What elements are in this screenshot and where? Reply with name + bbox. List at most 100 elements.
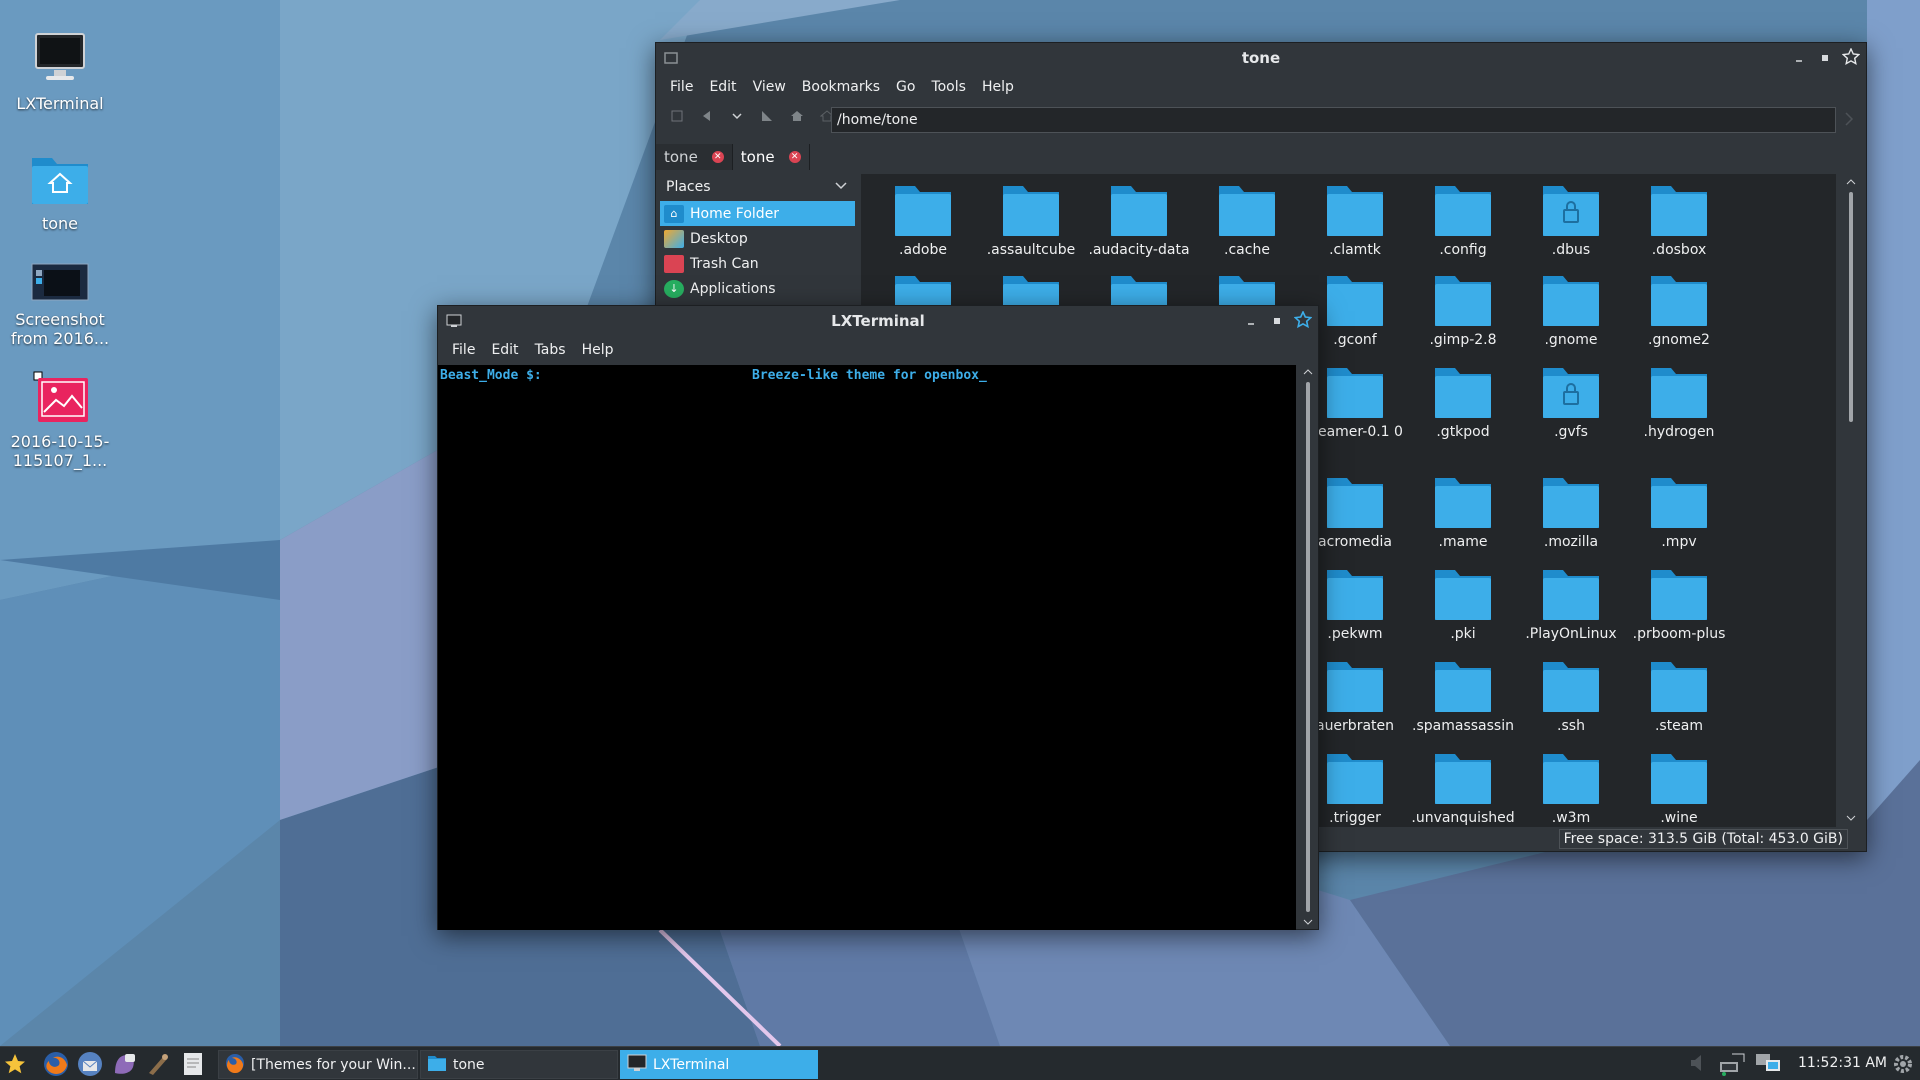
folder-item[interactable]: .gtkpod bbox=[1411, 366, 1515, 441]
folder-item[interactable]: .adobe bbox=[871, 184, 975, 259]
trash-icon bbox=[664, 254, 684, 273]
maximize-button[interactable] bbox=[1268, 311, 1286, 331]
folder-label: .gnome2 bbox=[1648, 332, 1710, 348]
folder-label: .dbus bbox=[1551, 242, 1591, 258]
menu-help[interactable]: Help bbox=[574, 338, 622, 362]
tab-tone-1[interactable]: tone ✕ bbox=[656, 144, 733, 170]
menu-file[interactable]: File bbox=[444, 338, 483, 362]
minimize-button[interactable] bbox=[1790, 48, 1808, 68]
folder-item[interactable]: .hydrogen bbox=[1627, 366, 1731, 441]
terminal-window-icon[interactable] bbox=[446, 314, 462, 332]
text-editor-icon[interactable] bbox=[180, 1051, 206, 1077]
task-firefox[interactable]: [Themes for your Win... bbox=[218, 1050, 418, 1079]
menu-view[interactable]: View bbox=[745, 75, 794, 99]
folder-icon bbox=[1433, 184, 1493, 238]
task-label: [Themes for your Win... bbox=[251, 1056, 416, 1073]
folder-item[interactable]: .gimp-2.8 bbox=[1411, 274, 1515, 349]
gear-icon[interactable] bbox=[1890, 1051, 1916, 1077]
folder-item[interactable]: .wine bbox=[1627, 752, 1731, 827]
folder-item[interactable]: .assaultcube bbox=[979, 184, 1083, 259]
volume-icon[interactable] bbox=[1688, 1052, 1710, 1074]
terminal-output[interactable]: Beast_Mode $: Breeze-like theme for openb… bbox=[438, 365, 1296, 930]
menu-tools[interactable]: Tools bbox=[923, 75, 974, 99]
folder-item[interactable]: .clamtk bbox=[1303, 184, 1407, 259]
new-tab-button[interactable] bbox=[666, 107, 688, 129]
folder-item[interactable]: .gvfs bbox=[1519, 366, 1623, 441]
desktop-icon-home[interactable]: tone bbox=[0, 150, 120, 233]
place-applications[interactable]: ↓ Applications bbox=[660, 276, 855, 301]
thunderbird-icon[interactable] bbox=[77, 1051, 103, 1077]
folder-item[interactable]: .prboom-plus bbox=[1627, 568, 1731, 643]
folder-item[interactable]: .mame bbox=[1411, 476, 1515, 551]
home-button[interactable] bbox=[786, 107, 808, 129]
menu-bookmarks[interactable]: Bookmarks bbox=[794, 75, 888, 99]
folder-icon bbox=[1001, 184, 1061, 238]
display-icon[interactable] bbox=[1754, 1052, 1782, 1076]
folder-item[interactable]: .ssh bbox=[1519, 660, 1623, 735]
folder-item[interactable]: .config bbox=[1411, 184, 1515, 259]
folder-item[interactable]: .unvanquished bbox=[1411, 752, 1515, 827]
menu-file[interactable]: File bbox=[662, 75, 701, 99]
place-home-folder[interactable]: ⌂ Home Folder bbox=[660, 201, 855, 226]
task-lxterminal[interactable]: LXTerminal bbox=[620, 1050, 818, 1079]
sticky-star-button[interactable] bbox=[1293, 309, 1313, 331]
desktop-icon-lxterminal[interactable]: LXTerminal bbox=[0, 30, 120, 113]
sticky-star-button[interactable] bbox=[1841, 46, 1861, 68]
go-arrow-icon[interactable] bbox=[1842, 111, 1856, 131]
maximize-button[interactable] bbox=[1816, 48, 1834, 68]
folder-item[interactable]: .mozilla bbox=[1519, 476, 1623, 551]
folder-item[interactable]: .steam bbox=[1627, 660, 1731, 735]
folder-item[interactable]: .PlayOnLinux bbox=[1519, 568, 1623, 643]
task-file-manager[interactable]: tone bbox=[420, 1050, 618, 1079]
firefox-icon[interactable] bbox=[43, 1051, 69, 1077]
folder-item[interactable]: .pki bbox=[1411, 568, 1515, 643]
file-manager-titlebar[interactable]: tone bbox=[656, 43, 1866, 73]
places-dropdown[interactable]: Places bbox=[660, 173, 855, 201]
tab-tone-2[interactable]: tone ✕ bbox=[732, 144, 810, 170]
gimp-icon[interactable] bbox=[145, 1051, 171, 1077]
folder-item[interactable]: .audacity-data bbox=[1087, 184, 1191, 259]
terminal-scrollbar[interactable] bbox=[1303, 368, 1313, 928]
menu-star-icon[interactable] bbox=[2, 1051, 28, 1077]
folder-label: .gtkpod bbox=[1436, 424, 1490, 440]
up-button[interactable] bbox=[756, 107, 778, 129]
history-dropdown-button[interactable] bbox=[726, 107, 748, 129]
window-title: LXTerminal bbox=[831, 312, 925, 330]
folder-item[interactable]: .gnome2 bbox=[1627, 274, 1731, 349]
minimize-button[interactable] bbox=[1242, 311, 1260, 331]
folder-item[interactable]: .cache bbox=[1195, 184, 1299, 259]
tab-close-icon[interactable]: ✕ bbox=[788, 151, 801, 163]
menu-edit[interactable]: Edit bbox=[701, 75, 744, 99]
desktop-icon-image[interactable]: 2016-10-15-115107_1... bbox=[0, 368, 120, 470]
folder-item[interactable]: .gnome bbox=[1519, 274, 1623, 349]
folder-icon bbox=[1433, 752, 1493, 806]
folder-label: .spamassassin bbox=[1412, 718, 1514, 734]
pidgin-icon[interactable] bbox=[111, 1051, 137, 1077]
window-menu-icon[interactable] bbox=[664, 51, 678, 69]
network-icon[interactable] bbox=[1718, 1052, 1746, 1076]
clock[interactable]: 11:52:31 AM bbox=[1798, 1055, 1887, 1071]
menu-tabs[interactable]: Tabs bbox=[527, 338, 574, 362]
folder-item[interactable]: .spamassassin bbox=[1411, 660, 1515, 735]
desktop-icon-screenshot[interactable]: Screenshot from 2016... bbox=[0, 262, 120, 348]
terminal-titlebar[interactable]: LXTerminal bbox=[438, 306, 1318, 336]
tab-close-icon[interactable]: ✕ bbox=[711, 151, 724, 163]
folder-item[interactable]: .dosbox bbox=[1627, 184, 1731, 259]
menu-edit[interactable]: Edit bbox=[483, 338, 526, 362]
folder-item[interactable]: .w3m bbox=[1519, 752, 1623, 827]
file-view-scrollbar[interactable] bbox=[1846, 178, 1856, 823]
menu-go[interactable]: Go bbox=[888, 75, 923, 99]
file-manager-menubar: File Edit View Bookmarks Go Tools Help bbox=[656, 73, 1866, 101]
back-button[interactable] bbox=[696, 107, 718, 129]
place-desktop[interactable]: Desktop bbox=[660, 226, 855, 251]
terminal-window[interactable]: LXTerminal File Edit Tabs Help Beast_Mod… bbox=[437, 305, 1319, 930]
location-bar[interactable]: /home/tone bbox=[831, 107, 1836, 133]
folder-item[interactable]: .dbus bbox=[1519, 184, 1623, 259]
place-trash-can[interactable]: Trash Can bbox=[660, 251, 855, 276]
window-title: tone bbox=[1241, 49, 1281, 67]
menu-help[interactable]: Help bbox=[974, 75, 1022, 99]
folder-item[interactable]: .mpv bbox=[1627, 476, 1731, 551]
folder-label: .audacity-data bbox=[1088, 242, 1190, 258]
folder-label: .dosbox bbox=[1651, 242, 1707, 258]
folder-label: .gimp-2.8 bbox=[1429, 332, 1497, 348]
